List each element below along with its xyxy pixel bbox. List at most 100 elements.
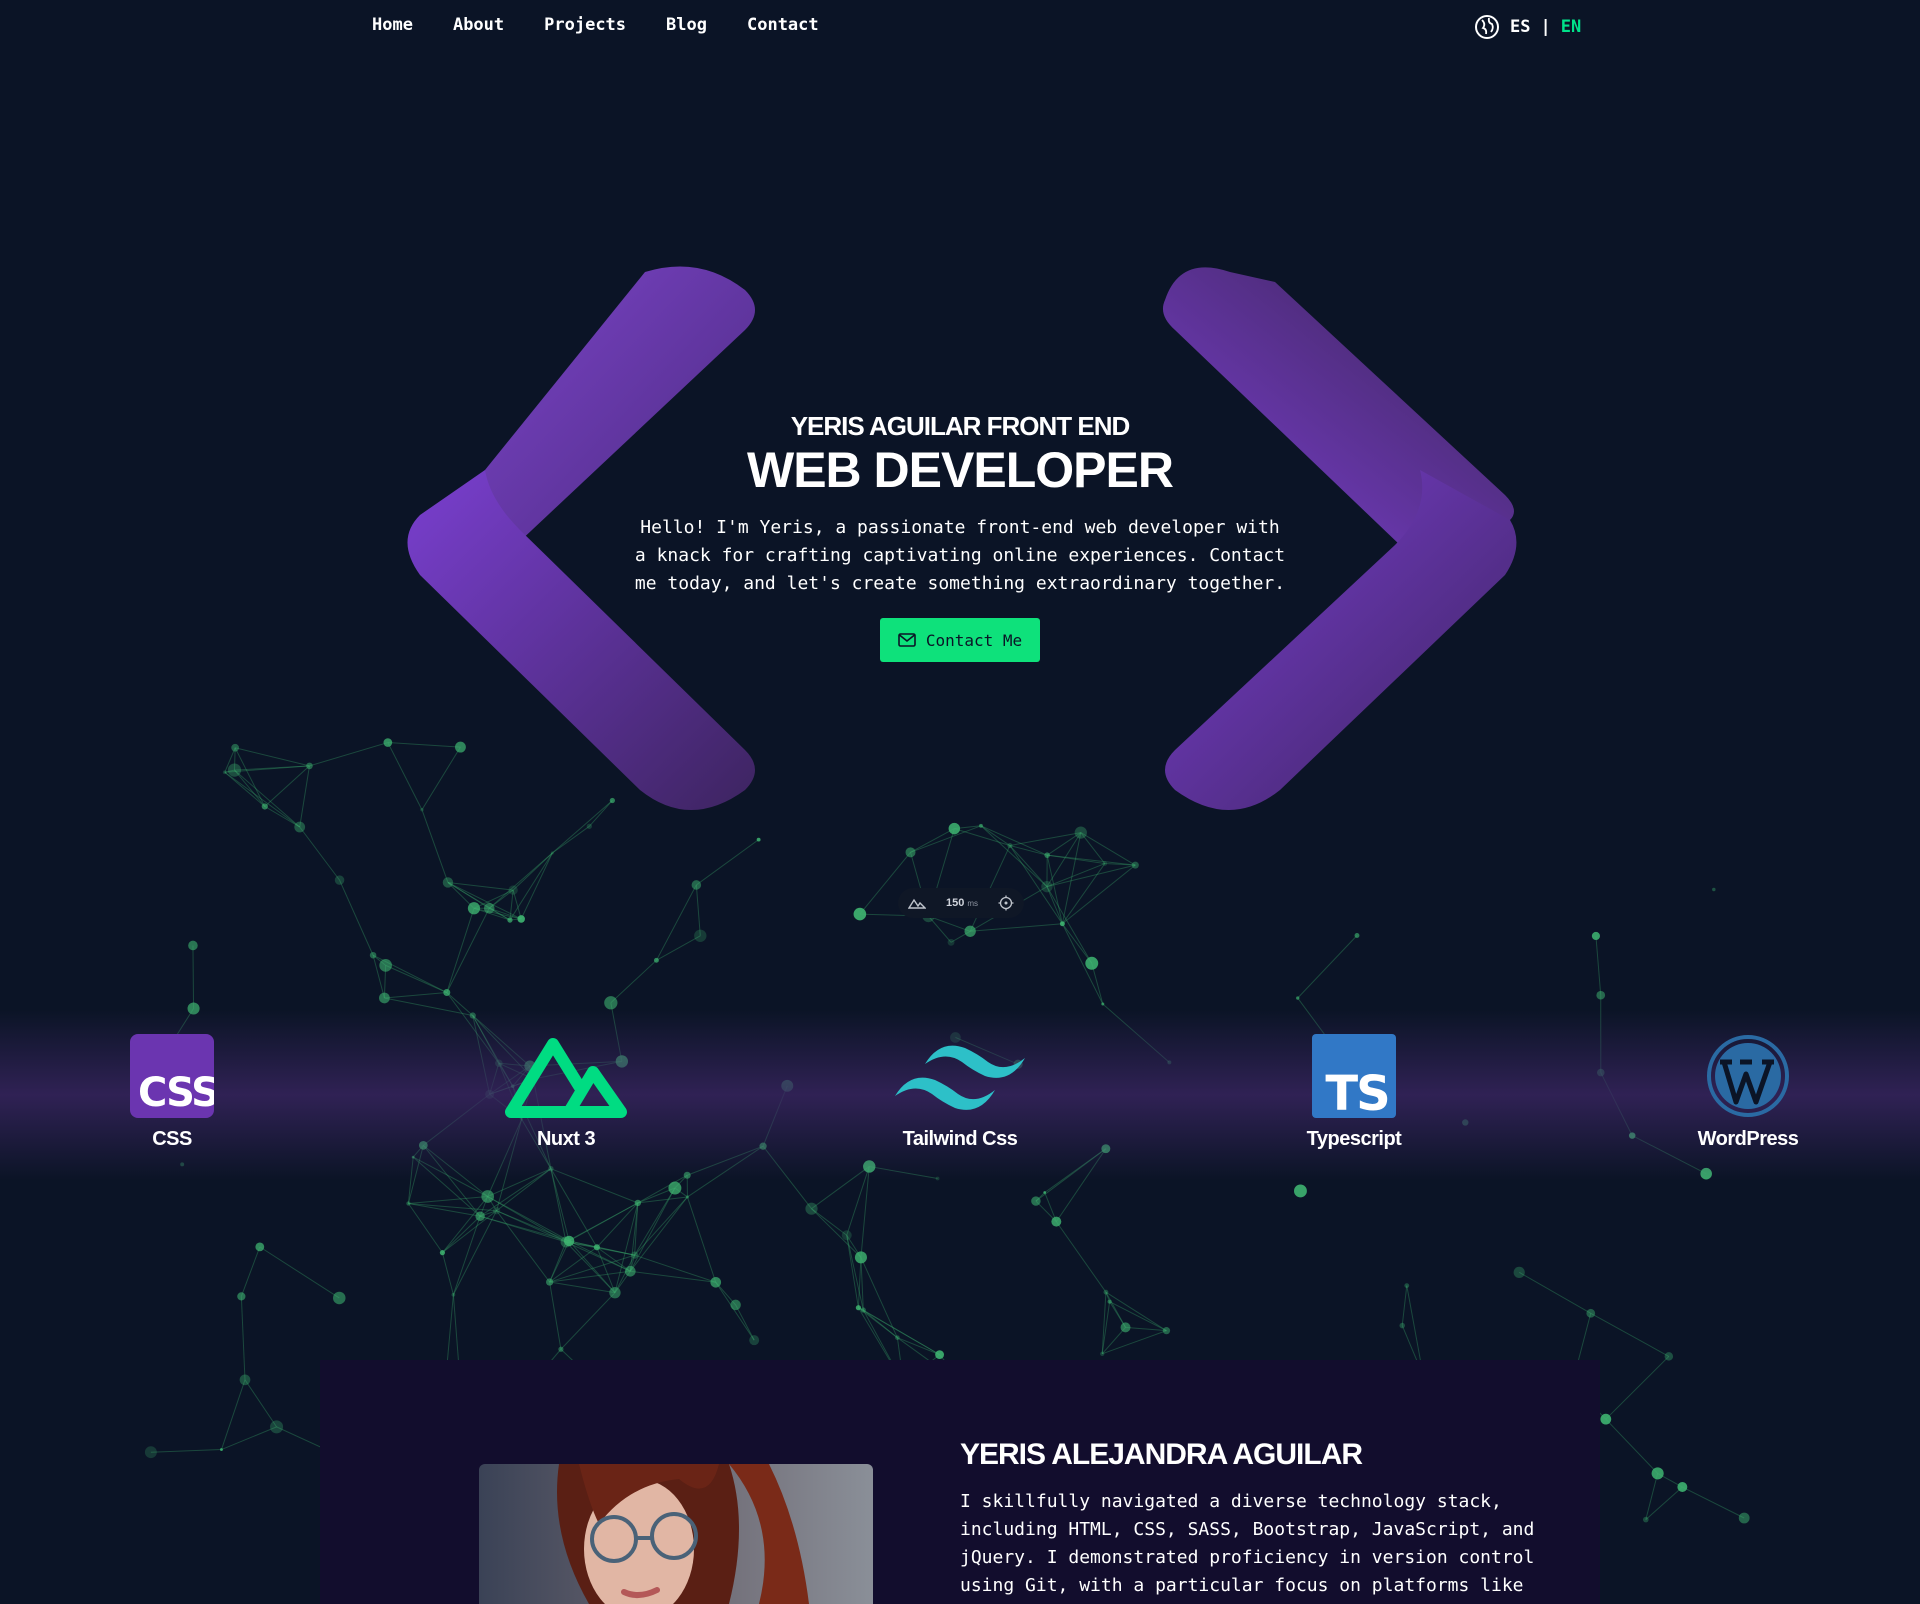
network-link xyxy=(610,959,657,1004)
network-node xyxy=(379,992,390,1004)
network-node xyxy=(1404,1283,1410,1289)
network-link xyxy=(634,1254,716,1283)
lang-option-en[interactable]: EN xyxy=(1561,17,1581,37)
network-node xyxy=(1642,1516,1649,1523)
globe-icon[interactable] xyxy=(1474,14,1500,40)
network-node xyxy=(188,940,198,951)
contact-me-button[interactable]: Contact Me xyxy=(879,618,1041,662)
nav-link-home[interactable]: Home xyxy=(372,15,413,35)
network-node xyxy=(964,925,976,937)
performance-readout: 150 ms xyxy=(946,897,978,909)
network-node xyxy=(668,1181,682,1195)
network-node xyxy=(685,1195,690,1199)
network-node xyxy=(1085,956,1099,970)
network-node xyxy=(270,1420,284,1434)
network-node xyxy=(467,902,481,915)
network-node xyxy=(1059,921,1065,927)
network-node xyxy=(1031,1196,1041,1206)
network-link xyxy=(1101,1292,1107,1354)
crosshair-icon[interactable] xyxy=(998,895,1014,911)
network-node xyxy=(895,1335,900,1340)
network-node xyxy=(492,1207,501,1215)
profile-photo xyxy=(479,1464,873,1604)
network-node xyxy=(1591,931,1600,941)
tech-item-tailwind: Tailwind Css xyxy=(860,1034,1060,1151)
network-node xyxy=(624,1265,636,1277)
network-link xyxy=(487,1196,567,1243)
network-node xyxy=(1296,996,1300,1000)
network-link xyxy=(1605,1418,1659,1474)
about-name: YERIS ALEJANDRA AGUILAR xyxy=(960,1438,1363,1471)
network-link xyxy=(857,1257,862,1308)
nav-link-projects[interactable]: Projects xyxy=(544,15,626,35)
network-link xyxy=(407,1203,443,1253)
network-node xyxy=(481,1190,495,1203)
svg-text:TS: TS xyxy=(1325,1066,1388,1118)
performance-value: 150 xyxy=(945,897,965,909)
tech-label: CSS xyxy=(152,1128,192,1150)
network-node xyxy=(144,1446,157,1459)
network-node xyxy=(1101,1002,1105,1006)
network-link xyxy=(634,1196,688,1256)
tech-item-wordpress: WordPress xyxy=(1648,1034,1848,1151)
nav-link-blog[interactable]: Blog xyxy=(666,15,707,35)
network-link xyxy=(408,1202,481,1217)
network-link xyxy=(735,1304,755,1341)
tech-item-nuxt: Nuxt 3 xyxy=(466,1034,666,1151)
network-node xyxy=(1513,1266,1525,1278)
network-node xyxy=(255,1242,265,1252)
network-link xyxy=(715,1281,755,1341)
network-link xyxy=(442,1196,489,1253)
network-node xyxy=(841,1230,852,1241)
network-link xyxy=(240,1246,261,1297)
network-link xyxy=(686,1196,717,1283)
network-link xyxy=(192,945,195,1009)
network-link xyxy=(1055,1221,1107,1293)
network-link xyxy=(452,1216,481,1295)
network-node xyxy=(439,1250,445,1256)
network-link xyxy=(384,992,447,999)
network-link xyxy=(811,1208,848,1236)
network-link xyxy=(860,1257,898,1338)
network-node xyxy=(1107,1299,1112,1304)
network-node xyxy=(710,1276,722,1288)
network-node xyxy=(1664,1352,1674,1361)
network-node xyxy=(451,1292,456,1297)
wordpress-icon xyxy=(1648,1034,1848,1118)
network-link xyxy=(630,1270,716,1283)
top-navigation: Home About Projects Blog Contact ES | EN xyxy=(0,0,1920,56)
nav-link-about[interactable]: About xyxy=(453,15,504,35)
network-link xyxy=(446,908,490,993)
network-link xyxy=(565,1202,639,1243)
network-link xyxy=(846,1235,859,1308)
network-node xyxy=(545,1278,554,1286)
network-link xyxy=(1518,1271,1592,1314)
nav-links: Home About Projects Blog Contact xyxy=(372,15,819,35)
network-node xyxy=(406,1201,411,1206)
network-link xyxy=(1590,1312,1670,1357)
network-node xyxy=(730,1299,741,1311)
network-link xyxy=(408,1196,488,1204)
network-link xyxy=(244,1379,277,1428)
network-link xyxy=(385,964,448,993)
network-node xyxy=(1677,1482,1688,1492)
network-link xyxy=(560,1292,616,1350)
nav-link-contact[interactable]: Contact xyxy=(747,15,819,35)
network-node xyxy=(517,915,525,923)
network-node xyxy=(560,1236,572,1248)
network-link xyxy=(970,923,1063,932)
network-node xyxy=(653,957,659,963)
network-link xyxy=(221,1426,277,1450)
network-node xyxy=(369,951,377,959)
network-node xyxy=(1354,933,1360,938)
network-link xyxy=(479,1215,567,1243)
network-node xyxy=(855,1305,862,1311)
network-node xyxy=(805,1202,818,1215)
network-link xyxy=(550,1168,598,1248)
network-node xyxy=(694,929,707,942)
network-link xyxy=(1105,1291,1167,1332)
network-node xyxy=(634,1199,642,1207)
lang-option-es[interactable]: ES xyxy=(1510,17,1530,37)
network-node xyxy=(1586,1308,1596,1318)
network-link xyxy=(452,1294,460,1370)
